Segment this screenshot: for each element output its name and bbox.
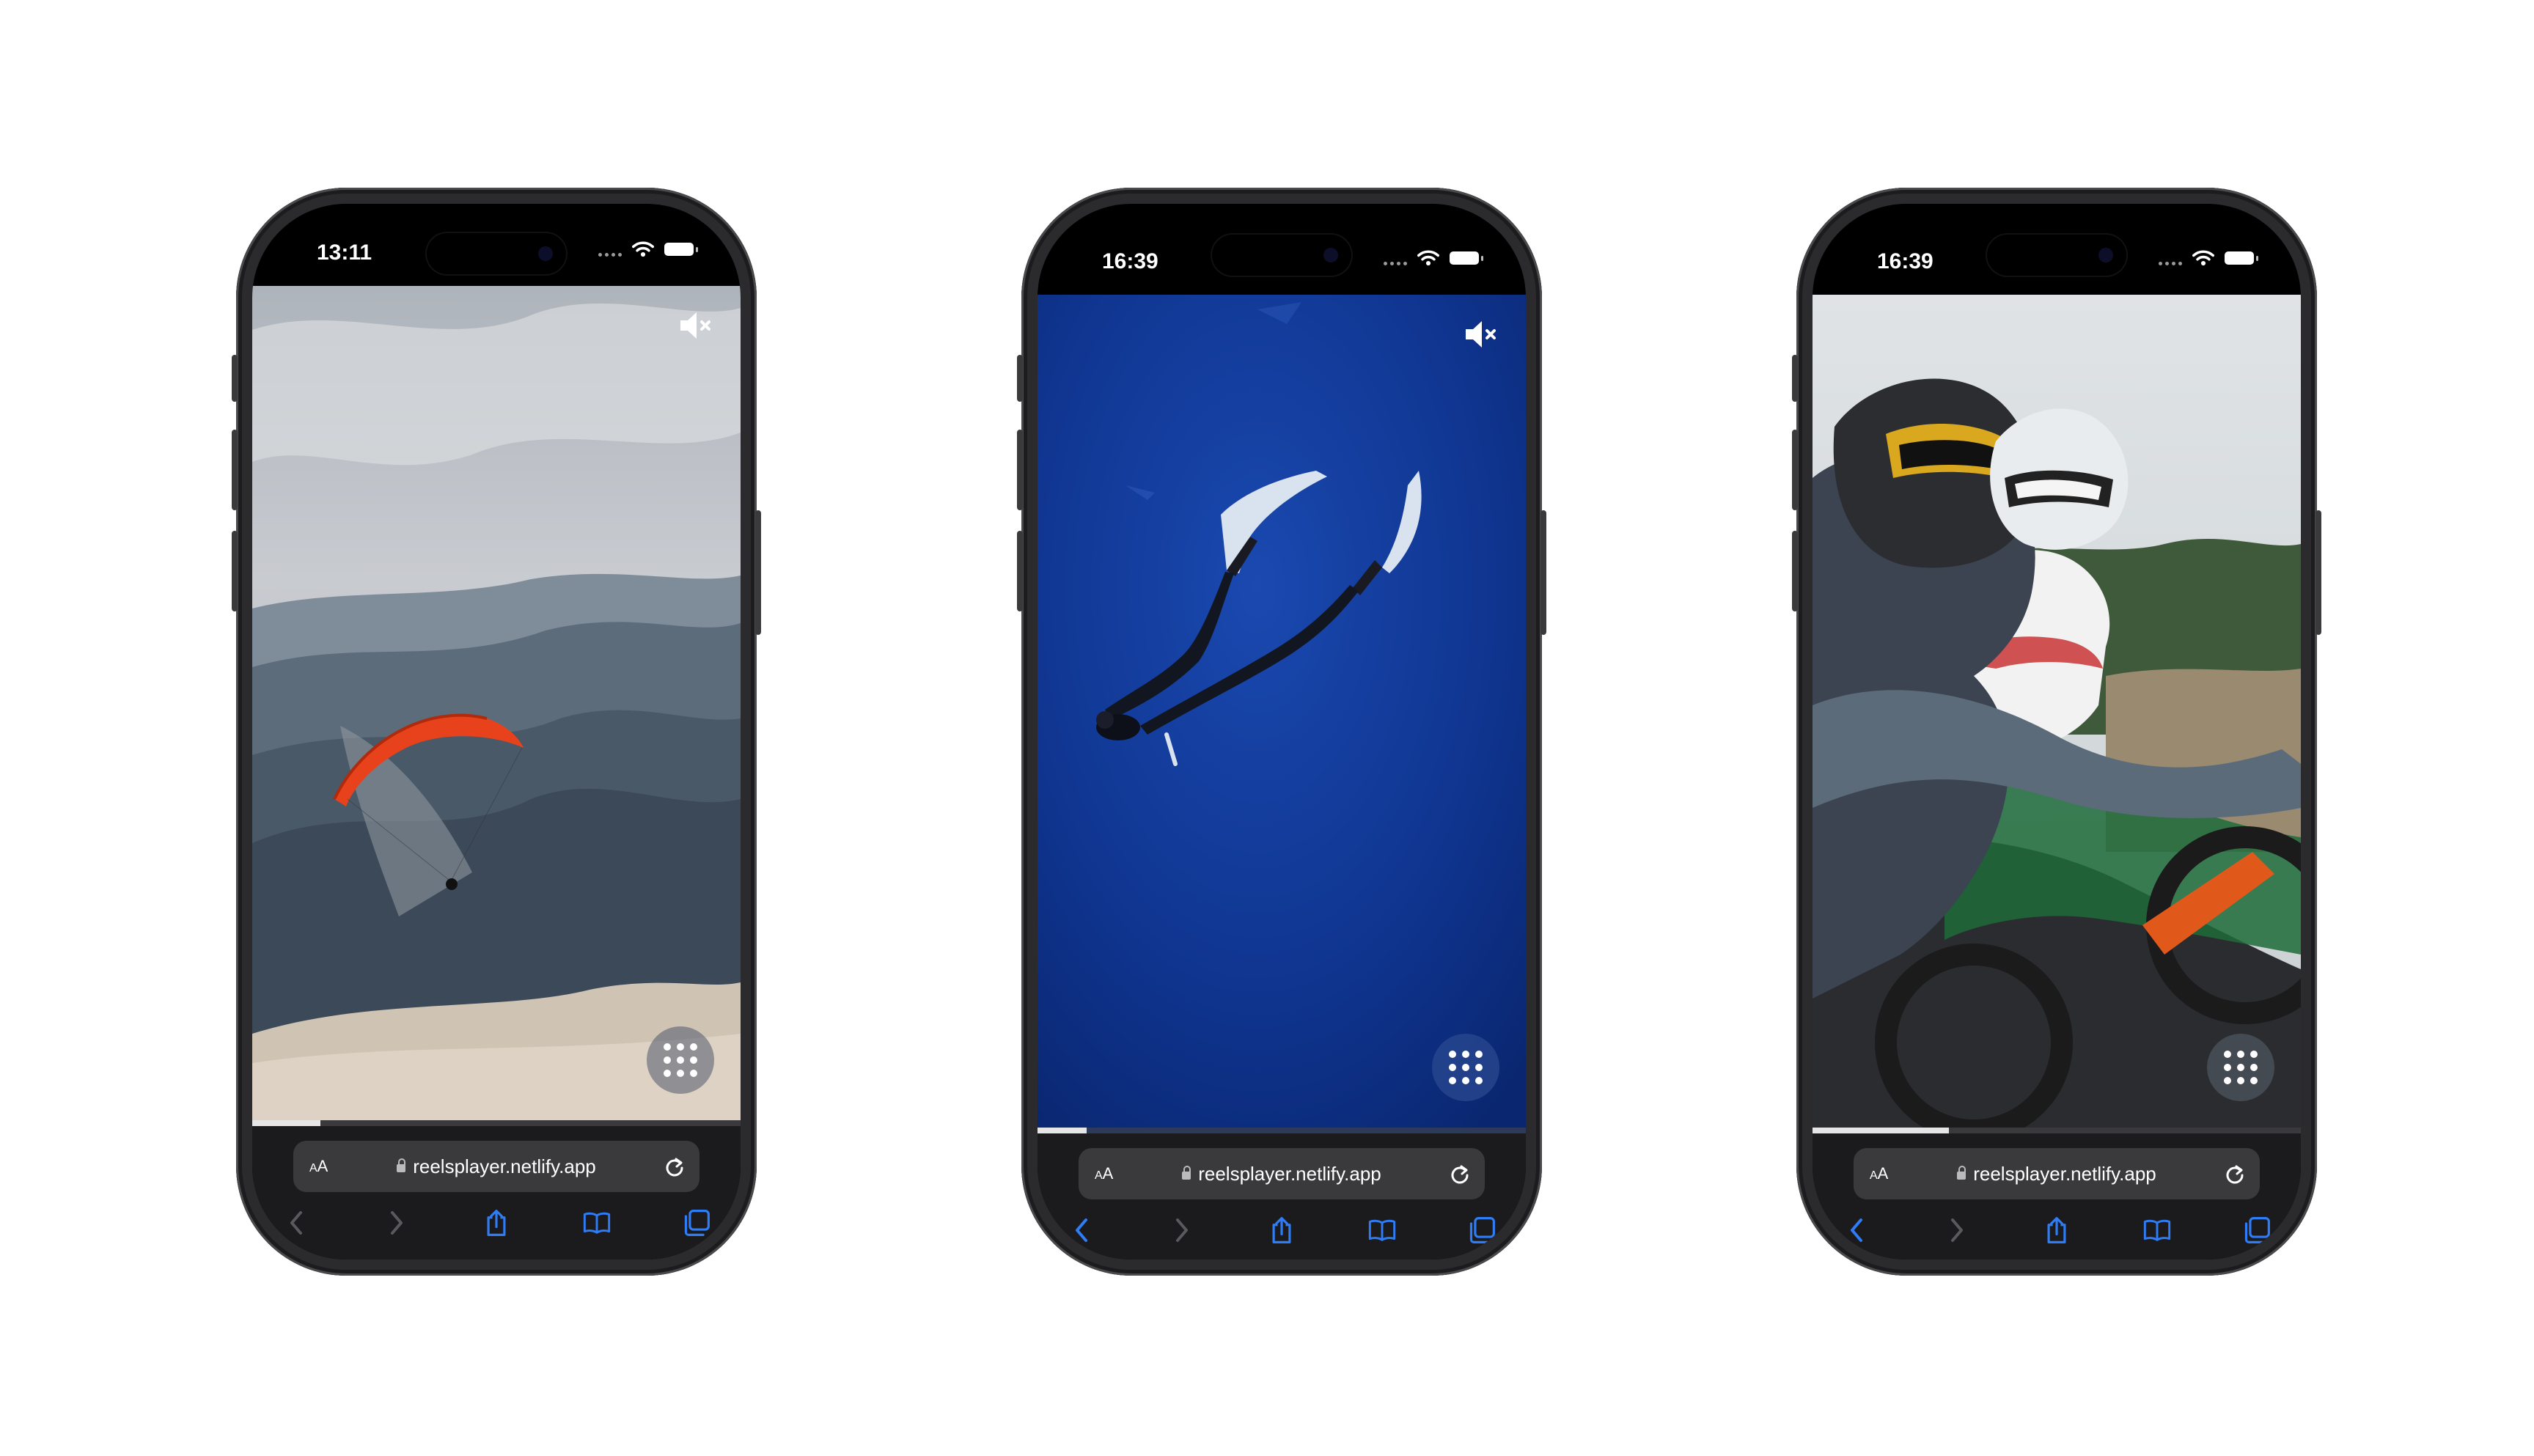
reload-icon[interactable] [2225, 1163, 2245, 1184]
lock-icon [1182, 1165, 1191, 1180]
battery-icon [2225, 251, 2258, 265]
video-frame[interactable] [1813, 295, 2301, 1128]
action-button [1017, 355, 1023, 402]
progress-fill [1813, 1128, 1950, 1133]
share-icon[interactable] [482, 1208, 511, 1238]
bookmarks-icon[interactable] [582, 1208, 612, 1238]
video-progress-bar[interactable] [1813, 1128, 2301, 1133]
address-bar[interactable]: AA reelsplayer.netlify.app [293, 1141, 699, 1192]
share-icon[interactable] [2042, 1216, 2071, 1245]
wifi-icon [1417, 249, 1439, 267]
forward-icon[interactable] [1942, 1216, 1972, 1245]
motocross-video-image [1813, 295, 2301, 1128]
address-bar[interactable]: AA reelsplayer.netlify.app [1079, 1148, 1485, 1199]
status-time: 16:39 [1102, 249, 1158, 273]
bookmarks-icon[interactable] [2142, 1216, 2172, 1245]
progress-fill [252, 1120, 321, 1126]
phone-screen: 16:39 AA reelsplayer.netlify.app [1813, 204, 2301, 1260]
status-bar: 13:11 [252, 204, 741, 277]
speaker-muted-icon[interactable] [677, 309, 714, 342]
speaker-muted-icon[interactable] [1463, 318, 1499, 350]
back-icon[interactable] [1067, 1216, 1096, 1245]
volume-down-button [1017, 531, 1023, 611]
cellular-signal-icon [598, 242, 622, 257]
power-button [755, 510, 761, 635]
reload-icon[interactable] [664, 1156, 685, 1177]
cellular-signal-icon [1384, 251, 1407, 265]
url-text: reelsplayer.netlify.app [413, 1155, 596, 1177]
phone-frame: 16:39 AA reelsplayer.netlify.app [1792, 188, 2321, 1276]
tabs-icon[interactable] [682, 1208, 711, 1238]
safari-toolbar: AA reelsplayer.netlify.app [1813, 1133, 2301, 1260]
status-time: 13:11 [317, 240, 372, 265]
share-icon[interactable] [1267, 1216, 1296, 1245]
safari-toolbar: AA reelsplayer.netlify.app [252, 1126, 741, 1260]
tabs-icon[interactable] [2242, 1216, 2272, 1245]
volume-up-button [1792, 430, 1798, 510]
reload-icon[interactable] [1450, 1163, 1470, 1184]
back-icon[interactable] [282, 1208, 311, 1238]
freediver-video-image [1038, 295, 1526, 1128]
wifi-icon [2192, 249, 2214, 267]
lock-icon [397, 1158, 406, 1172]
tabs-icon[interactable] [1467, 1216, 1496, 1245]
paraglider-video-image [252, 286, 741, 1120]
dynamic-island [427, 233, 566, 274]
progress-fill [1038, 1128, 1087, 1133]
volume-down-button [1792, 531, 1798, 611]
status-bar: 16:39 [1038, 204, 1526, 277]
volume-up-button [232, 430, 238, 510]
grid-menu-button[interactable] [2207, 1034, 2274, 1101]
volume-down-button [232, 531, 238, 611]
grid-menu-button[interactable] [1432, 1034, 1499, 1101]
phone-frame: 13:11 AA reelsplayer.netlify.app [232, 188, 761, 1276]
address-bar[interactable]: AA reelsplayer.netlify.app [1854, 1148, 2260, 1199]
grid-menu-button[interactable] [647, 1026, 714, 1094]
back-icon[interactable] [1842, 1216, 1871, 1245]
forward-icon[interactable] [382, 1208, 411, 1238]
power-button [1540, 510, 1546, 635]
url-text: reelsplayer.netlify.app [1198, 1162, 1381, 1185]
phone-screen: 16:39 AA reelsplayer.netlify.app [1038, 204, 1526, 1260]
battery-icon [1450, 251, 1483, 265]
safari-toolbar: AA reelsplayer.netlify.app [1038, 1133, 1526, 1260]
status-time: 16:39 [1877, 249, 1933, 273]
phone-frame: 16:39 AA reelsplayer.netlify.app [1017, 188, 1546, 1276]
dynamic-island [1987, 235, 2126, 276]
power-button [2316, 510, 2321, 635]
wifi-icon [632, 240, 654, 258]
video-frame[interactable] [252, 286, 741, 1120]
battery-icon [664, 243, 698, 256]
action-button [1792, 355, 1798, 402]
video-frame[interactable] [1038, 295, 1526, 1128]
lock-icon [1957, 1165, 1966, 1180]
phone-screen: 13:11 AA reelsplayer.netlify.app [252, 204, 741, 1260]
video-progress-bar[interactable] [252, 1120, 741, 1126]
cellular-signal-icon [2159, 251, 2182, 265]
dynamic-island [1212, 235, 1351, 276]
forward-icon[interactable] [1167, 1216, 1197, 1245]
volume-up-button [1017, 430, 1023, 510]
bookmarks-icon[interactable] [1367, 1216, 1397, 1245]
status-bar: 16:39 [1813, 204, 2301, 277]
url-text: reelsplayer.netlify.app [1973, 1162, 2156, 1185]
video-progress-bar[interactable] [1038, 1128, 1526, 1133]
action-button [232, 355, 238, 402]
